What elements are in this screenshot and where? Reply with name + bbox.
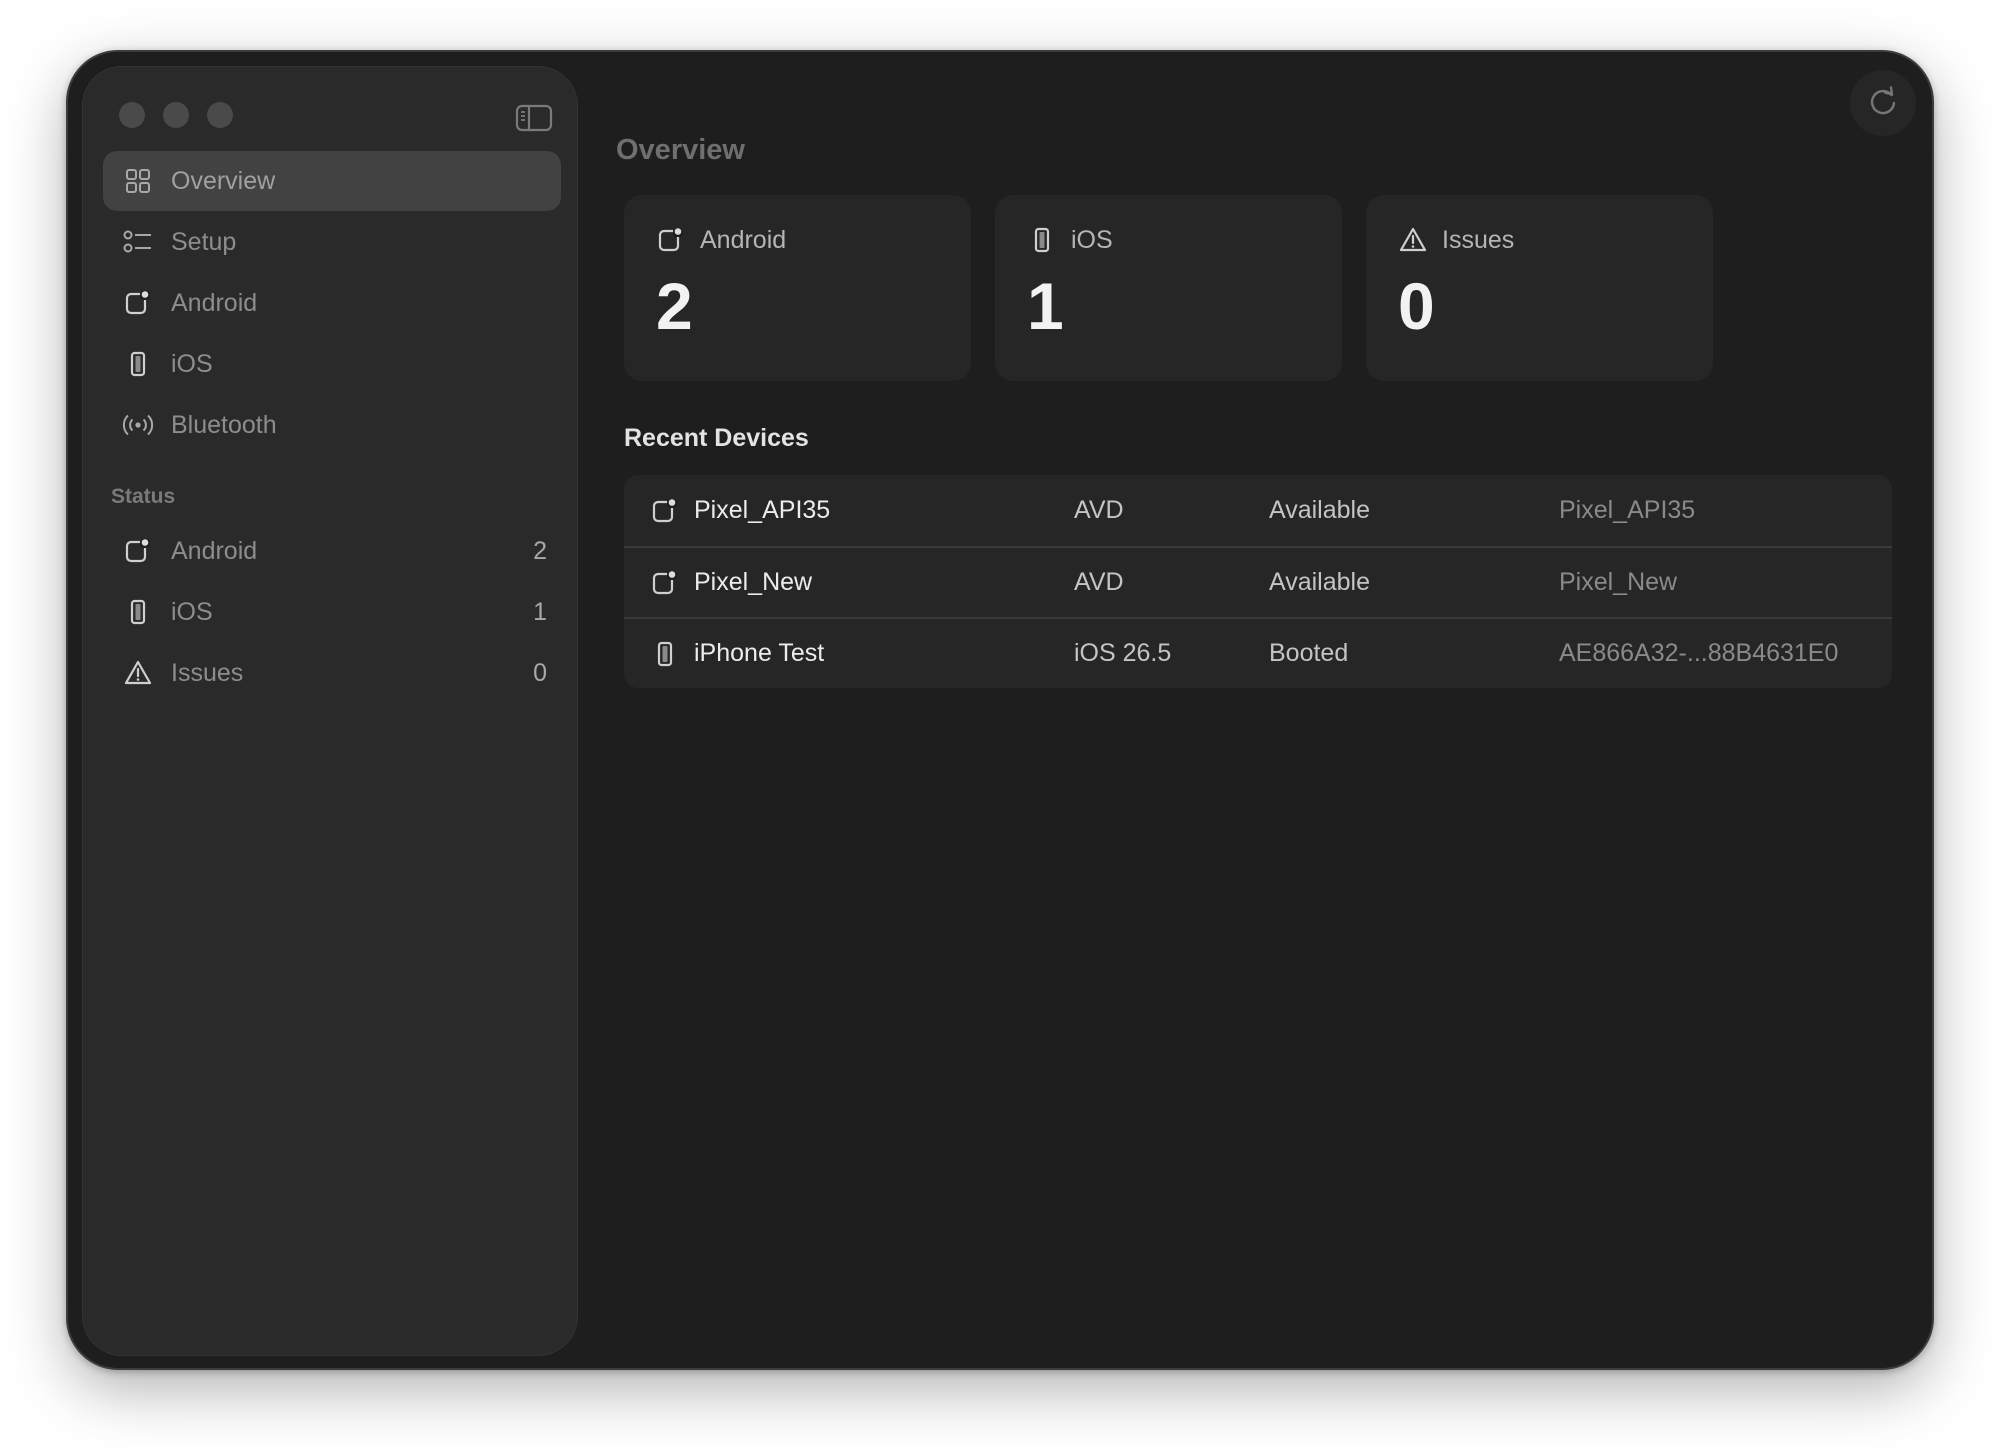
- refresh-button[interactable]: [1850, 70, 1916, 136]
- ios-count-card: iOS 1: [995, 195, 1342, 381]
- iphone-icon: [650, 639, 680, 669]
- android-device-icon: [656, 225, 686, 255]
- device-id: Pixel_API35: [1559, 496, 1696, 524]
- sidebar-toggle-icon[interactable]: [515, 103, 553, 133]
- card-value: 1: [1027, 269, 1064, 343]
- status-count: 1: [533, 597, 547, 626]
- page-title: Overview: [616, 134, 745, 166]
- iphone-icon: [1027, 225, 1057, 255]
- table-row[interactable]: iPhone Test iOS 26.5 Booted AE866A32-...…: [624, 617, 1892, 688]
- status-item-android[interactable]: Android 2: [103, 521, 561, 581]
- device-status: Booted: [1269, 639, 1349, 667]
- sidebar-item-label: Setup: [171, 227, 237, 256]
- android-device-icon: [650, 496, 680, 526]
- status-item-label: Android: [171, 536, 258, 565]
- refresh-icon: [1866, 84, 1900, 123]
- checklist-icon: [121, 225, 155, 259]
- status-item-ios[interactable]: iOS 1: [103, 582, 561, 642]
- status-count: 0: [533, 658, 547, 687]
- warning-icon: [1398, 225, 1428, 255]
- sidebar-item-ios[interactable]: iOS: [103, 334, 561, 394]
- device-name: iPhone Test: [694, 639, 825, 667]
- table-row[interactable]: Pixel_API35 AVD Available Pixel_API35: [624, 475, 1892, 546]
- summary-cards: Android 2 iOS 1 Issues 0: [624, 195, 1713, 381]
- card-label: iOS: [1071, 225, 1113, 254]
- iphone-icon: [121, 347, 155, 381]
- sidebar-item-overview[interactable]: Overview: [103, 151, 561, 211]
- device-status: Available: [1269, 496, 1371, 524]
- close-window-button[interactable]: [119, 102, 145, 128]
- card-label: Issues: [1442, 225, 1515, 254]
- sidebar-item-label: Overview: [171, 166, 276, 195]
- minimize-window-button[interactable]: [163, 102, 189, 128]
- status-item-issues[interactable]: Issues 0: [103, 643, 561, 703]
- device-id: Pixel_New: [1559, 568, 1678, 596]
- sidebar-item-label: Android: [171, 288, 258, 317]
- status-section-label: Status: [111, 485, 176, 508]
- android-device-icon: [121, 286, 155, 320]
- app-window: Overview Setup Android iOS Bluetooth Sta…: [66, 50, 1934, 1370]
- recent-devices-table: Pixel_API35 AVD Available Pixel_API35 Pi…: [624, 475, 1892, 688]
- status-count: 2: [533, 536, 547, 565]
- zoom-window-button[interactable]: [207, 102, 233, 128]
- sidebar-item-android[interactable]: Android: [103, 273, 561, 333]
- card-value: 2: [656, 269, 693, 343]
- status-item-label: Issues: [171, 658, 244, 687]
- device-id: AE866A32-...88B4631E0: [1559, 639, 1839, 667]
- sidebar-nav: Overview Setup Android iOS Bluetooth Sta…: [103, 151, 561, 704]
- sidebar-item-label: iOS: [171, 349, 213, 378]
- sidebar-item-setup[interactable]: Setup: [103, 212, 561, 272]
- grid-icon: [121, 164, 155, 198]
- sidebar: Overview Setup Android iOS Bluetooth Sta…: [82, 66, 578, 1356]
- window-controls: [119, 102, 233, 128]
- warning-icon: [121, 656, 155, 690]
- device-name: Pixel_API35: [694, 496, 831, 524]
- card-value: 0: [1398, 269, 1435, 343]
- device-type: AVD: [1074, 496, 1124, 524]
- table-row[interactable]: Pixel_New AVD Available Pixel_New: [624, 546, 1892, 617]
- device-type: iOS 26.5: [1074, 639, 1172, 667]
- sidebar-item-bluetooth[interactable]: Bluetooth: [103, 395, 561, 455]
- device-status: Available: [1269, 568, 1371, 596]
- bluetooth-broadcast-icon: [121, 408, 155, 442]
- device-type: AVD: [1074, 568, 1124, 596]
- android-device-icon: [121, 534, 155, 568]
- status-item-label: iOS: [171, 597, 213, 626]
- card-label: Android: [700, 225, 787, 254]
- recent-devices-heading: Recent Devices: [624, 424, 809, 452]
- android-count-card: Android 2: [624, 195, 971, 381]
- issues-count-card: Issues 0: [1366, 195, 1713, 381]
- android-device-icon: [650, 568, 680, 598]
- iphone-icon: [121, 595, 155, 629]
- device-name: Pixel_New: [694, 568, 813, 596]
- sidebar-item-label: Bluetooth: [171, 410, 277, 439]
